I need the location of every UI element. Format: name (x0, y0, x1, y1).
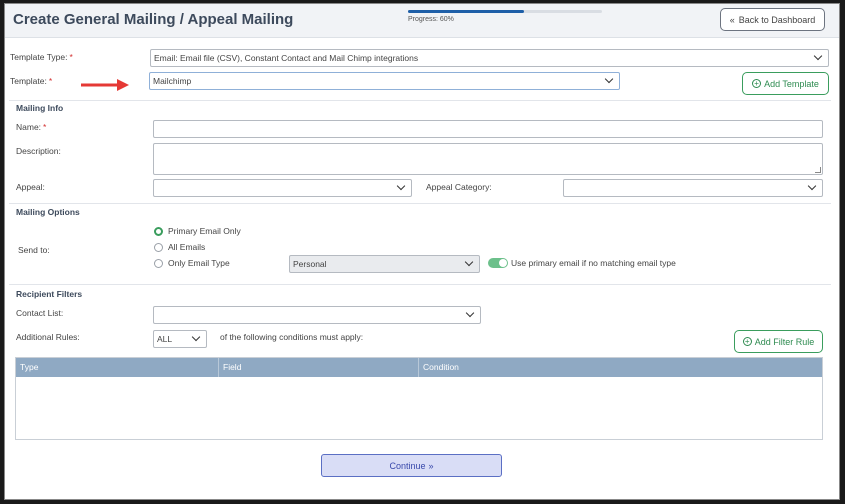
add-template-button[interactable]: + Add Template (742, 72, 829, 95)
use-primary-email-toggle[interactable] (488, 258, 508, 268)
template-select[interactable]: Mailchimp (149, 72, 620, 90)
recipient-filters-title: Recipient Filters (16, 289, 83, 299)
mailing-options-title: Mailing Options (16, 207, 80, 217)
back-button-label: Back to Dashboard (738, 14, 816, 25)
appeal-label: Appeal: (16, 182, 45, 192)
contact-list-select[interactable] (153, 306, 481, 324)
table-header: Type Field Condition (16, 358, 822, 377)
column-header-condition: Condition (423, 362, 459, 372)
chevron-down-icon (604, 74, 614, 84)
chevron-down-icon (464, 257, 474, 267)
radio-unchecked-icon (154, 258, 163, 268)
plus-circle-icon: + (742, 337, 752, 346)
progress-indicator: Progress: 60% (408, 10, 602, 23)
template-type-value: Email: Email file (CSV), Constant Contac… (154, 53, 419, 63)
resize-handle-icon[interactable] (815, 167, 821, 173)
progress-track (408, 10, 602, 13)
column-header-field: Field (219, 358, 419, 377)
appeal-category-label: Appeal Category: (426, 182, 492, 192)
add-template-label: Add Template (764, 78, 819, 89)
appeal-category-select[interactable] (563, 179, 823, 197)
divider (9, 284, 831, 285)
continue-button[interactable]: Continue » (321, 454, 502, 477)
description-label: Description: (16, 146, 61, 156)
radio-label: All Emails (168, 242, 206, 252)
back-to-dashboard-button[interactable]: « Back to Dashboard (720, 8, 825, 31)
rules-suffix-label: of the following conditions must apply: (220, 332, 364, 342)
send-to-label: Send to: (18, 245, 50, 255)
double-chevron-left-icon: « (729, 14, 735, 25)
email-type-value: Personal (293, 259, 327, 269)
add-filter-rule-button[interactable]: + Add Filter Rule (734, 330, 823, 353)
chevron-down-icon (396, 181, 406, 191)
filter-rules-table: Type Field Condition (15, 357, 823, 440)
divider (9, 100, 831, 101)
page-header: Create General Mailing / Appeal Mailing … (5, 4, 839, 38)
radio-unchecked-icon (154, 242, 163, 252)
chevron-down-icon (813, 51, 823, 61)
template-label: Template: * (10, 76, 53, 86)
name-input[interactable] (153, 120, 823, 138)
additional-rules-label: Additional Rules: (16, 332, 80, 342)
radio-only-email-type[interactable]: Only Email Type (154, 258, 230, 268)
red-arrow-annotation (81, 79, 129, 91)
divider (9, 203, 831, 204)
radio-all-emails[interactable]: All Emails (154, 242, 205, 252)
rules-match-select[interactable]: ALL (153, 330, 207, 348)
chevron-down-icon (807, 181, 817, 191)
appeal-select[interactable] (153, 179, 412, 197)
plus-circle-icon: + (752, 79, 762, 88)
mailing-info-title: Mailing Info (16, 103, 64, 113)
contact-list-label: Contact List: (16, 308, 64, 318)
column-header-type: Type (16, 358, 219, 377)
toggle-label: Use primary email if no matching email t… (511, 258, 676, 268)
chevron-down-icon (465, 308, 475, 318)
description-textarea[interactable] (153, 143, 823, 175)
email-type-select[interactable]: Personal (289, 255, 480, 273)
radio-primary-email-only[interactable]: Primary Email Only (154, 226, 241, 236)
rules-match-value: ALL (157, 334, 173, 344)
radio-label: Primary Email Only (168, 226, 241, 236)
template-value: Mailchimp (153, 76, 192, 86)
radio-checked-icon (154, 226, 163, 236)
name-label: Name: * (16, 122, 47, 132)
radio-label: Only Email Type (168, 258, 230, 268)
double-chevron-right-icon: » (428, 460, 434, 471)
continue-label: Continue (389, 460, 426, 471)
page-title: Create General Mailing / Appeal Mailing (13, 11, 294, 28)
template-type-label: Template Type: * (10, 52, 73, 62)
progress-fill (408, 10, 525, 13)
chevron-down-icon (191, 332, 201, 342)
app-window: Create General Mailing / Appeal Mailing … (4, 3, 840, 500)
add-filter-rule-label: Add Filter Rule (754, 336, 815, 347)
progress-label: Progress: 60% (408, 16, 454, 23)
template-type-select[interactable]: Email: Email file (CSV), Constant Contac… (150, 49, 829, 67)
